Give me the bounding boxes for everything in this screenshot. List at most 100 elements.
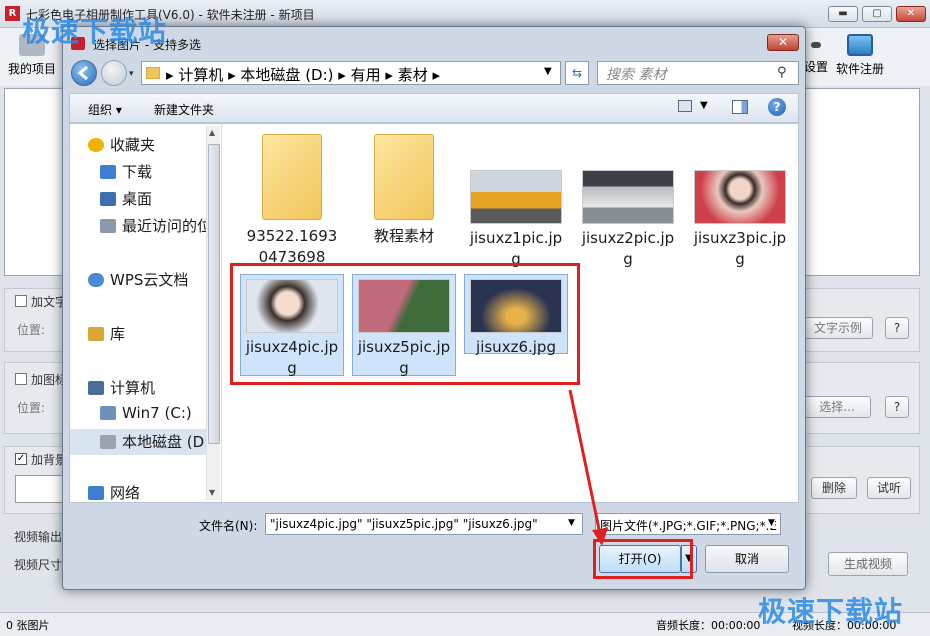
filename-label: 文件名(N): (199, 519, 258, 533)
navigation-pane: 收藏夹 下载 桌面 最近访问的位置 WPS云文档 库 计算机 Win7 (C:)… (70, 124, 222, 502)
breadcrumb-separator: ▸ (338, 66, 351, 84)
register-button[interactable]: 软件注册 (832, 34, 888, 77)
breadcrumb-computer[interactable]: 计算机 (178, 66, 223, 84)
breadcrumb-drive[interactable]: 本地磁盘 (D:) (240, 66, 333, 84)
generate-video-button[interactable]: 生成视频 (828, 552, 908, 576)
help-icon[interactable]: ? (768, 98, 786, 116)
filetype-value: 图片文件(*.JPG;*.GIF;*.PNG;*.E (600, 519, 777, 533)
file-item-folder-93522[interactable]: 93522.1693 0473698 (240, 130, 344, 268)
dialog-bottom: 文件名(N): "jisuxz4pic.jpg" "jisuxz5pic.jpg… (69, 503, 799, 587)
cloud-icon (88, 273, 104, 287)
image-count: 0 张图片 (6, 619, 50, 632)
search-input[interactable]: 搜索 素材 (597, 61, 799, 85)
settings-label: 设置 (804, 60, 828, 74)
drive-icon (100, 406, 116, 420)
view-icon[interactable] (678, 100, 692, 112)
image-thumbnail (694, 170, 786, 224)
view-dropdown-icon[interactable]: ▼ (700, 100, 708, 111)
filename-input[interactable]: "jisuxz4pic.jpg" "jisuxz5pic.jpg" "jisux… (265, 513, 583, 535)
watermark-bottom: 极速下载站 (758, 595, 904, 628)
file-name: jisuxz3pic.jp (693, 229, 787, 247)
nav-label: 收藏夹 (110, 136, 156, 154)
video-output-label: 视频输出 (14, 530, 63, 544)
close-button[interactable]: ✕ (896, 6, 926, 22)
file-name: 教程素材 (373, 227, 434, 245)
cancel-button[interactable]: 取消 (705, 545, 789, 573)
listen-button[interactable]: 试听 (867, 477, 911, 499)
search-icon[interactable]: ⚲ (777, 65, 787, 80)
filetype-dropdown-icon[interactable]: ▼ (766, 518, 775, 528)
nav-label: WPS云文档 (110, 271, 189, 289)
highlight-selection-box (230, 263, 580, 385)
add-bg-checkbox[interactable]: ✓ (15, 453, 27, 465)
scroll-down-icon[interactable]: ▼ (209, 488, 215, 497)
file-name: jisuxz1pic.jp (469, 229, 563, 247)
breadcrumb-material[interactable]: 素材 (398, 66, 428, 84)
nav-desktop[interactable]: 桌面 (100, 188, 244, 214)
nav-recent[interactable]: 最近访问的位置 (100, 215, 206, 241)
choose-button[interactable]: 选择... (803, 396, 871, 418)
nav-label: 最近访问的位置 (122, 217, 206, 235)
image-thumbnail (582, 170, 674, 224)
position-label-1: 位置: (17, 323, 46, 337)
library-icon (88, 327, 104, 341)
command-bar: 组织 ▾ 新建文件夹 ▼ ? (69, 93, 799, 123)
file-item-jisuxz2[interactable]: jisuxz2pic.jp g (576, 170, 680, 270)
help-button-1[interactable]: ? (885, 317, 909, 339)
file-name: g (623, 250, 633, 268)
audio-length: 音频长度：00:00:00 (656, 619, 761, 632)
dialog-close-button[interactable]: ✕ (767, 34, 799, 51)
forward-icon[interactable] (101, 60, 127, 86)
scroll-up-icon[interactable]: ▲ (209, 128, 215, 137)
annotation-arrow (568, 389, 608, 546)
bg-path-input[interactable] (15, 475, 65, 503)
folder-icon (374, 134, 434, 220)
star-icon (88, 138, 104, 152)
monitor-icon (847, 34, 873, 56)
nav-drive-d[interactable]: 本地磁盘 (D:) (70, 429, 206, 455)
nav-label: 桌面 (122, 190, 153, 208)
file-item-jisuxz1[interactable]: jisuxz1pic.jp g (464, 170, 568, 270)
computer-icon (88, 381, 104, 395)
file-item-folder-tutorial[interactable]: 教程素材 (352, 130, 456, 247)
settings-icon (811, 42, 821, 48)
register-label: 软件注册 (835, 62, 884, 76)
filename-value: "jisuxz4pic.jpg" "jisuxz5pic.jpg" "jisux… (270, 517, 538, 531)
organize-menu[interactable]: 组织 ▾ (88, 101, 122, 118)
new-folder-button[interactable]: 新建文件夹 (154, 101, 214, 118)
settings-button[interactable]: 设置 (804, 34, 828, 75)
scrollbar-thumb[interactable] (208, 144, 220, 444)
video-size-label: 视频尺寸 (14, 558, 63, 572)
maximize-button[interactable]: ▢ (862, 6, 892, 22)
address-dropdown-icon[interactable]: ▼ (544, 66, 552, 77)
preview-pane-icon[interactable] (732, 100, 748, 114)
file-item-jisuxz3[interactable]: jisuxz3pic.jp g (688, 170, 792, 270)
nav-downloads[interactable]: 下载 (100, 161, 244, 187)
file-name: jisuxz2pic.jp (581, 229, 675, 247)
file-name: 93522.1693 (246, 227, 338, 245)
help-button-2[interactable]: ? (885, 396, 909, 418)
navigation-row: ▾ ▸ 计算机 ▸ 本地磁盘 (D:) ▸ 有用 ▸ 素材 ▸ ▼ ⇆ 搜索 素… (63, 57, 805, 93)
add-image-checkbox[interactable] (15, 373, 27, 385)
text-sample[interactable]: 文字示例 (803, 317, 873, 339)
breadcrumb-separator: ▸ (228, 66, 241, 84)
minimize-button[interactable]: ▬ (828, 6, 858, 22)
download-icon (100, 165, 116, 179)
delete-button[interactable]: 删除 (811, 477, 857, 499)
refresh-icon[interactable]: ⇆ (565, 61, 589, 85)
nav-label: 下载 (122, 163, 153, 181)
back-icon[interactable] (71, 60, 97, 86)
nav-drive-c[interactable]: Win7 (C:) (100, 404, 244, 430)
nav-label: Win7 (C:) (122, 404, 192, 422)
desktop-icon (100, 192, 116, 206)
drive-icon (100, 435, 116, 449)
breadcrumb-useful[interactable]: 有用 (351, 66, 381, 84)
nav-scrollbar[interactable]: ▲ ▼ (206, 126, 220, 500)
history-dropdown-icon[interactable]: ▾ (129, 69, 134, 79)
watermark-top: 极速下载站 (22, 15, 168, 48)
filetype-select[interactable]: 图片文件(*.JPG;*.GIF;*.PNG;*.E ▼ (595, 513, 781, 535)
add-text-checkbox[interactable] (15, 295, 27, 307)
address-bar[interactable]: ▸ 计算机 ▸ 本地磁盘 (D:) ▸ 有用 ▸ 素材 ▸ ▼ (141, 61, 561, 85)
my-project-label: 我的项目 (7, 62, 56, 76)
network-icon (88, 486, 104, 500)
